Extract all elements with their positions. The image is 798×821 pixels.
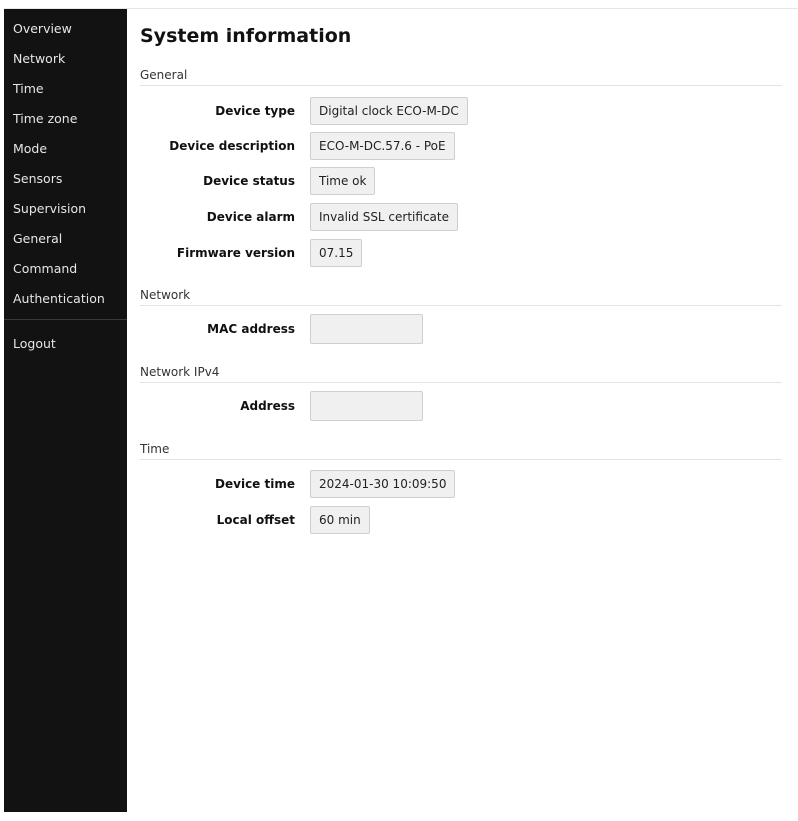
sidebar-item-general[interactable]: General xyxy=(4,224,127,254)
sidebar-item-time-zone[interactable]: Time zone xyxy=(4,104,127,134)
ipv4-address-value xyxy=(310,391,423,421)
sidebar-item-time[interactable]: Time xyxy=(4,74,127,104)
device-description-value: ECO-M-DC.57.6 - PoE xyxy=(310,132,455,160)
section-header-network-ipv4: Network IPv4 xyxy=(140,365,782,383)
sidebar-item-overview[interactable]: Overview xyxy=(4,14,127,44)
sidebar-item-network[interactable]: Network xyxy=(4,44,127,74)
local-offset-value: 60 min xyxy=(310,506,370,534)
firmware-version-value: 07.15 xyxy=(310,239,363,267)
device-type-label: Device type xyxy=(215,104,295,118)
sidebar-nav: Overview Network Time Time zone Mode Sen… xyxy=(4,14,127,314)
main-content: System information General Device type D… xyxy=(140,9,782,812)
ipv4-address-row: Address xyxy=(140,391,782,421)
firmware-version-label: Firmware version xyxy=(176,246,295,260)
sidebar-item-supervision[interactable]: Supervision xyxy=(4,194,127,224)
ipv4-address-label: Address xyxy=(240,399,295,413)
section-header-network: Network xyxy=(140,288,782,306)
device-time-label: Device time xyxy=(215,477,295,491)
logout-link[interactable]: Logout xyxy=(4,329,127,359)
mac-address-value xyxy=(310,314,423,344)
sidebar-item-command[interactable]: Command xyxy=(4,254,127,284)
mac-address-label: MAC address xyxy=(207,322,295,336)
device-status-label: Device status xyxy=(203,174,295,188)
device-time-value: 2024-01-30 10:09:50 xyxy=(310,470,456,498)
sidebar-item-sensors[interactable]: Sensors xyxy=(4,164,127,194)
page-title: System information xyxy=(140,25,352,47)
device-status-row: Device status Time ok xyxy=(140,167,782,195)
section-header-time: Time xyxy=(140,442,782,460)
mac-address-row: MAC address xyxy=(140,314,782,344)
sidebar: Overview Network Time Time zone Mode Sen… xyxy=(4,9,127,812)
local-offset-label: Local offset xyxy=(216,513,295,527)
sidebar-item-authentication[interactable]: Authentication xyxy=(4,284,127,314)
device-alarm-label: Device alarm xyxy=(206,210,295,224)
device-status-value: Time ok xyxy=(310,167,376,195)
device-time-row: Device time 2024-01-30 10:09:50 xyxy=(140,470,782,498)
firmware-version-row: Firmware version 07.15 xyxy=(140,239,782,267)
device-type-row: Device type Digital clock ECO-M-DC xyxy=(140,97,782,125)
sidebar-item-mode[interactable]: Mode xyxy=(4,134,127,164)
device-description-row: Device description ECO-M-DC.57.6 - PoE xyxy=(140,132,782,160)
local-offset-row: Local offset 60 min xyxy=(140,506,782,534)
section-header-general: General xyxy=(140,68,782,86)
device-type-value: Digital clock ECO-M-DC xyxy=(310,97,468,125)
device-alarm-row: Device alarm Invalid SSL certificate xyxy=(140,203,782,231)
device-description-label: Device description xyxy=(169,139,295,153)
sidebar-divider xyxy=(4,319,127,320)
device-alarm-value: Invalid SSL certificate xyxy=(310,203,458,231)
